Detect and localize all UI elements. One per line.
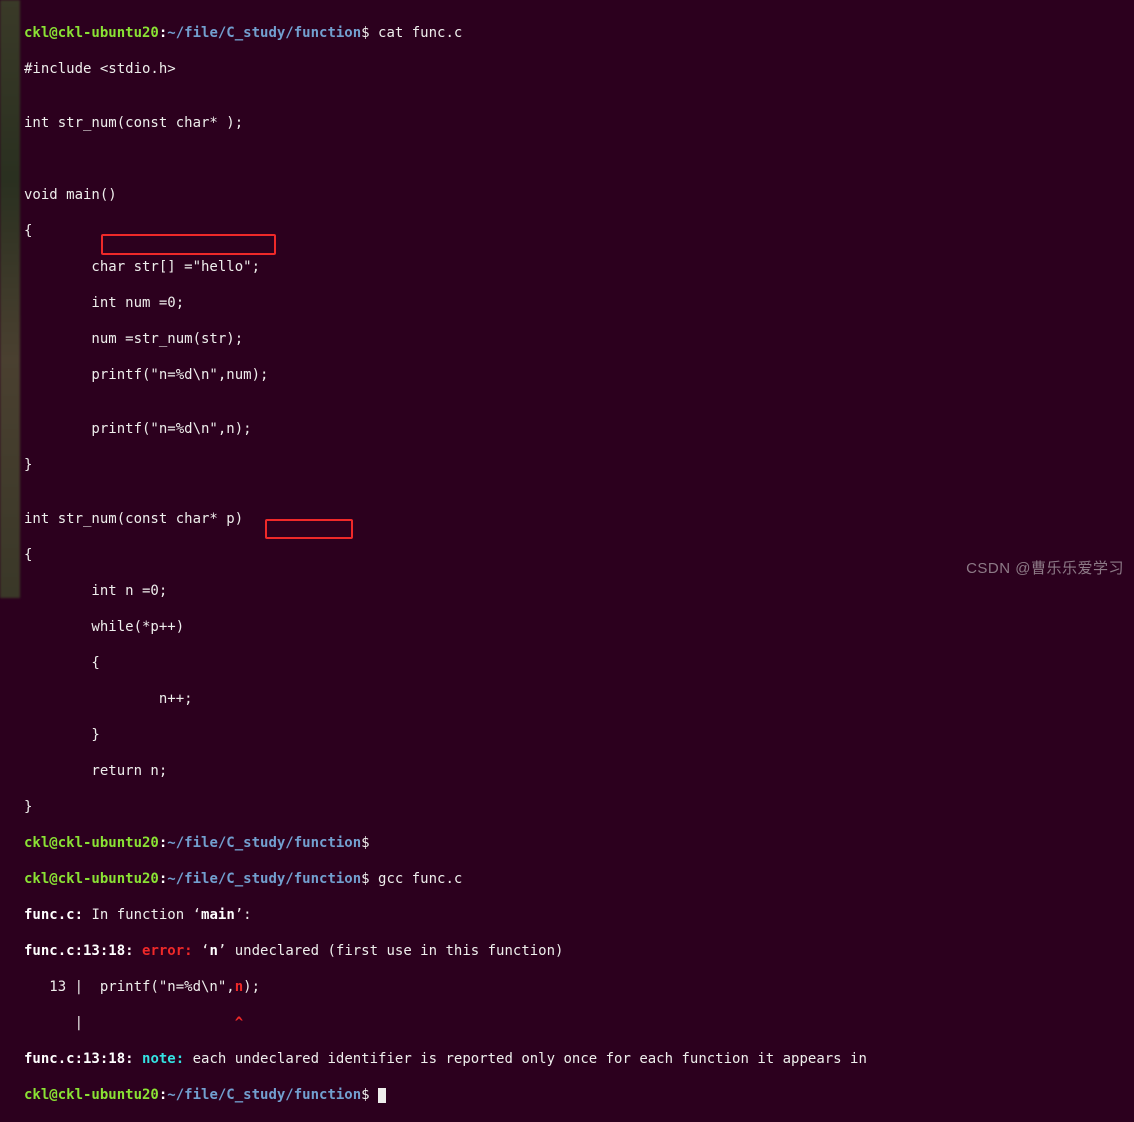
code-line: }: [24, 456, 1126, 474]
code-line-highlighted: printf("n=%d\n",n);: [24, 420, 1126, 438]
gcc-file: func.c:: [24, 907, 83, 923]
desktop-edge: [0, 0, 20, 598]
code-line: return n;: [24, 762, 1126, 780]
gcc-location: func.c:13:18:: [24, 1051, 134, 1067]
prompt-user: ckl@ckl-ubuntu20: [24, 1087, 159, 1103]
code-line: int str_num(const char* );: [24, 114, 1126, 132]
code-line: int n =0;: [24, 582, 1126, 600]
prompt-dollar: $: [361, 25, 369, 41]
command-gcc: gcc func.c: [370, 871, 463, 887]
code-line: }: [24, 798, 1126, 816]
code-line: printf("n=%d\n",num);: [24, 366, 1126, 384]
prompt-user: ckl@ckl-ubuntu20: [24, 25, 159, 41]
code-line: void main(): [24, 186, 1126, 204]
prompt-path: ~/file/C_study/function: [167, 835, 361, 851]
command-cat: cat func.c: [370, 25, 463, 41]
caret-icon: ^: [235, 1015, 243, 1031]
watermark-text: CSDN @曹乐乐爱学习: [966, 560, 1124, 578]
code-line: {: [24, 546, 1126, 564]
terminal-output[interactable]: ckl@ckl-ubuntu20:~/file/C_study/function…: [20, 0, 1134, 598]
code-line: int str_num(const char* p): [24, 510, 1126, 528]
code-line: int num =0;: [24, 294, 1126, 312]
code-line: n++;: [24, 690, 1126, 708]
code-line: num =str_num(str);: [24, 330, 1126, 348]
code-line: char str[] ="hello";: [24, 258, 1126, 276]
code-line: #include <stdio.h>: [24, 60, 1126, 78]
code-line: while(*p++): [24, 618, 1126, 636]
prompt-path: ~/file/C_study/function: [167, 25, 361, 41]
annotation-box: [101, 234, 276, 255]
note-label: note:: [142, 1051, 184, 1067]
prompt-user: ckl@ckl-ubuntu20: [24, 835, 159, 851]
prompt-user: ckl@ckl-ubuntu20: [24, 871, 159, 887]
undeclared-word: undeclared: [235, 943, 328, 959]
error-label: error:: [142, 943, 193, 959]
code-line: }: [24, 726, 1126, 744]
cursor-icon[interactable]: [378, 1088, 386, 1103]
prompt-path: ~/file/C_study/function: [167, 1087, 361, 1103]
code-line: {: [24, 654, 1126, 672]
prompt-path: ~/file/C_study/function: [167, 871, 361, 887]
annotation-box: [265, 519, 353, 539]
error-highlight-n: n: [235, 979, 243, 995]
gcc-location: func.c:13:18:: [24, 943, 134, 959]
gcc-context-line: 13 | printf("n=%d\n",: [24, 979, 235, 995]
